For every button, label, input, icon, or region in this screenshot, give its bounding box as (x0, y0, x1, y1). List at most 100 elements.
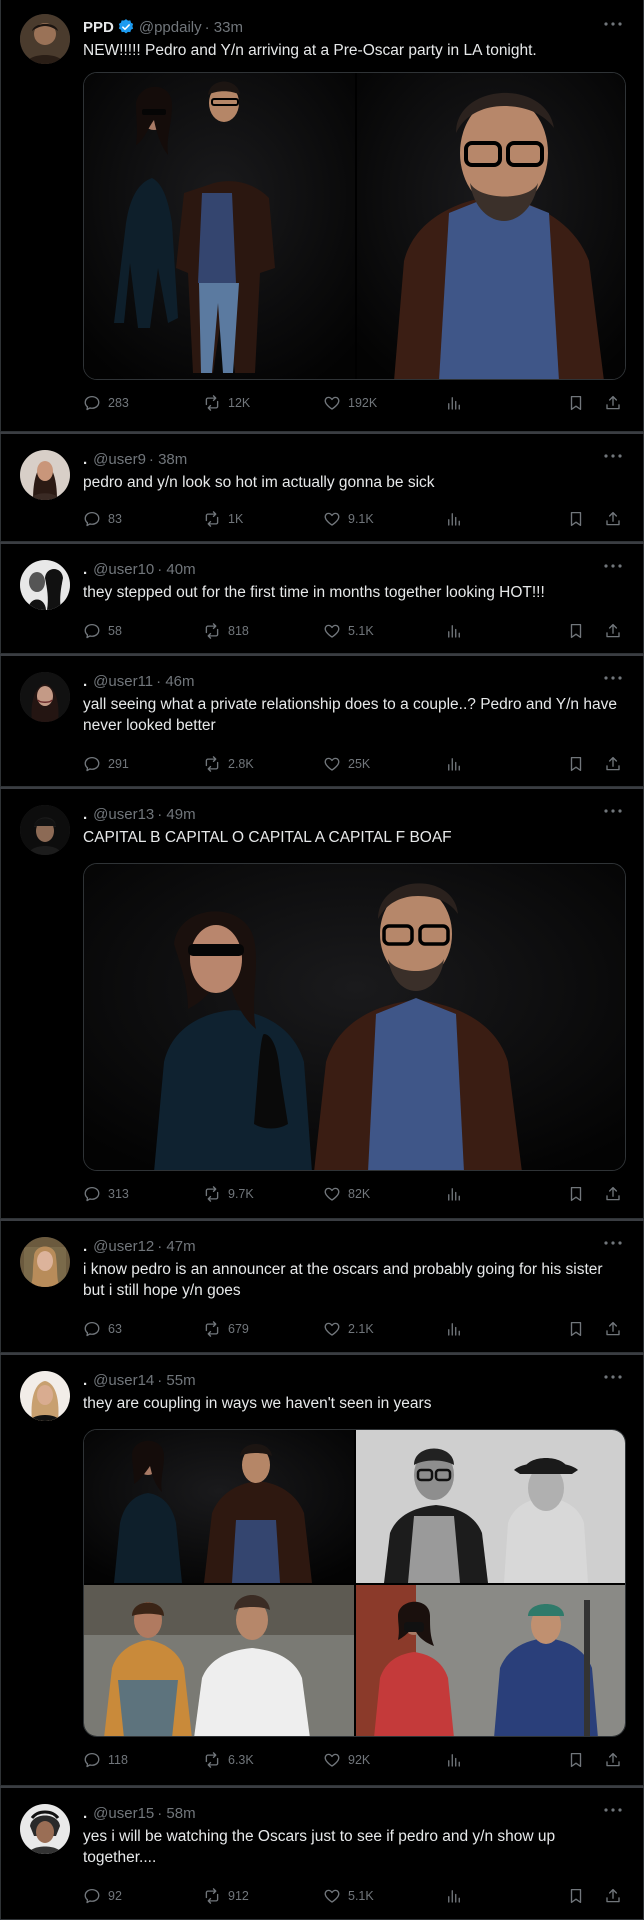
tweet[interactable]: . @user10 · 40m they stepped out for the… (0, 542, 644, 654)
like-button[interactable]: 5.1K (323, 621, 374, 641)
avatar[interactable] (20, 805, 70, 855)
avatar[interactable] (20, 1804, 70, 1854)
like-button[interactable]: 92K (323, 1750, 370, 1770)
tweet[interactable]: . @user15 · 58m yes i will be watching t… (0, 1786, 644, 1920)
reply-button[interactable]: 313 (83, 1184, 129, 1204)
more-icon[interactable] (602, 670, 624, 686)
repost-button[interactable]: 912 (203, 1886, 249, 1906)
tweet-media[interactable] (83, 1429, 626, 1737)
repost-button[interactable]: 679 (203, 1319, 249, 1339)
display-name[interactable]: . (83, 451, 87, 468)
bookmark-button[interactable] (567, 621, 592, 641)
tweet[interactable]: . @user12 · 47m i know pedro is an annou… (0, 1219, 644, 1353)
more-icon[interactable] (602, 1235, 624, 1251)
display-name[interactable]: . (83, 1372, 87, 1389)
display-name[interactable]: PPD (83, 19, 114, 36)
timestamp[interactable]: · 40m (157, 561, 195, 578)
reply-button[interactable]: 92 (83, 1886, 122, 1906)
more-icon[interactable] (602, 803, 624, 819)
bookmark-button[interactable] (567, 509, 592, 529)
views-button[interactable] (445, 509, 470, 529)
avatar[interactable] (20, 450, 70, 500)
more-icon[interactable] (602, 1369, 624, 1385)
avatar[interactable] (20, 1371, 70, 1421)
reply-button[interactable]: 63 (83, 1319, 122, 1339)
display-name[interactable]: . (83, 673, 87, 690)
share-button[interactable] (604, 393, 629, 413)
more-icon[interactable] (602, 1802, 624, 1818)
tweet-media[interactable] (83, 863, 626, 1171)
views-button[interactable] (445, 393, 470, 413)
timestamp[interactable]: · 58m (157, 1805, 195, 1822)
share-button[interactable] (604, 621, 629, 641)
more-icon[interactable] (602, 558, 624, 574)
timestamp[interactable]: · 47m (157, 1238, 195, 1255)
views-button[interactable] (445, 754, 470, 774)
tweet[interactable]: . @user9 · 38m pedro and y/n look so hot… (0, 432, 644, 542)
avatar[interactable] (20, 560, 70, 610)
timestamp[interactable]: · 49m (157, 806, 195, 823)
reply-button[interactable]: 58 (83, 621, 122, 641)
views-button[interactable] (445, 1319, 470, 1339)
avatar[interactable] (20, 672, 70, 722)
display-name[interactable]: . (83, 1805, 87, 1822)
handle[interactable]: @user12 (93, 1238, 154, 1255)
repost-button[interactable]: 6.3K (203, 1750, 254, 1770)
timestamp[interactable]: · 33m (205, 19, 243, 36)
bookmark-button[interactable] (567, 754, 592, 774)
display-name[interactable]: . (83, 806, 87, 823)
more-icon[interactable] (602, 16, 624, 32)
handle[interactable]: @user13 (93, 806, 154, 823)
handle[interactable]: @user9 (93, 451, 146, 468)
avatar[interactable] (20, 1237, 70, 1287)
more-icon[interactable] (602, 448, 624, 464)
avatar[interactable] (20, 14, 70, 64)
share-button[interactable] (604, 1319, 629, 1339)
handle[interactable]: @user10 (93, 561, 154, 578)
handle[interactable]: @user14 (93, 1372, 154, 1389)
views-button[interactable] (445, 621, 470, 641)
reply-button[interactable]: 291 (83, 754, 129, 774)
share-button[interactable] (604, 1886, 629, 1906)
bookmark-button[interactable] (567, 1184, 592, 1204)
tweet[interactable]: . @user14 · 55m they are coupling in way… (0, 1353, 644, 1786)
handle[interactable]: @ppdaily (139, 19, 202, 36)
reply-button[interactable]: 283 (83, 393, 129, 413)
tweet-media[interactable] (83, 72, 626, 380)
tweet[interactable]: . @user13 · 49m CAPITAL B CAPITAL O CAPI… (0, 787, 644, 1219)
views-button[interactable] (445, 1750, 470, 1770)
repost-button[interactable]: 818 (203, 621, 249, 641)
like-button[interactable]: 5.1K (323, 1886, 374, 1906)
tweet[interactable]: . @user11 · 46m yall seeing what a priva… (0, 654, 644, 787)
share-button[interactable] (604, 1750, 629, 1770)
repost-button[interactable]: 12K (203, 393, 250, 413)
handle[interactable]: @user11 (93, 673, 153, 690)
bookmark-button[interactable] (567, 1750, 592, 1770)
timestamp[interactable]: · 38m (149, 451, 187, 468)
reply-button[interactable]: 83 (83, 509, 122, 529)
views-button[interactable] (445, 1886, 470, 1906)
like-button[interactable]: 25K (323, 754, 370, 774)
like-button[interactable]: 9.1K (323, 509, 374, 529)
like-button[interactable]: 2.1K (323, 1319, 374, 1339)
tweet[interactable]: PPD @ppdaily · 33m NEW!!!!! Pedro and Y/… (0, 0, 644, 432)
like-button[interactable]: 192K (323, 393, 377, 413)
share-button[interactable] (604, 754, 629, 774)
share-button[interactable] (604, 1184, 629, 1204)
display-name[interactable]: . (83, 1238, 87, 1255)
share-button[interactable] (604, 509, 629, 529)
bookmark-button[interactable] (567, 393, 592, 413)
repost-icon (203, 622, 221, 640)
timestamp[interactable]: · 46m (156, 673, 194, 690)
views-button[interactable] (445, 1184, 470, 1204)
bookmark-button[interactable] (567, 1319, 592, 1339)
like-button[interactable]: 82K (323, 1184, 370, 1204)
display-name[interactable]: . (83, 561, 87, 578)
repost-button[interactable]: 1K (203, 509, 243, 529)
repost-button[interactable]: 9.7K (203, 1184, 254, 1204)
repost-button[interactable]: 2.8K (203, 754, 254, 774)
handle[interactable]: @user15 (93, 1805, 154, 1822)
timestamp[interactable]: · 55m (157, 1372, 195, 1389)
bookmark-button[interactable] (567, 1886, 592, 1906)
reply-button[interactable]: 118 (83, 1750, 128, 1770)
